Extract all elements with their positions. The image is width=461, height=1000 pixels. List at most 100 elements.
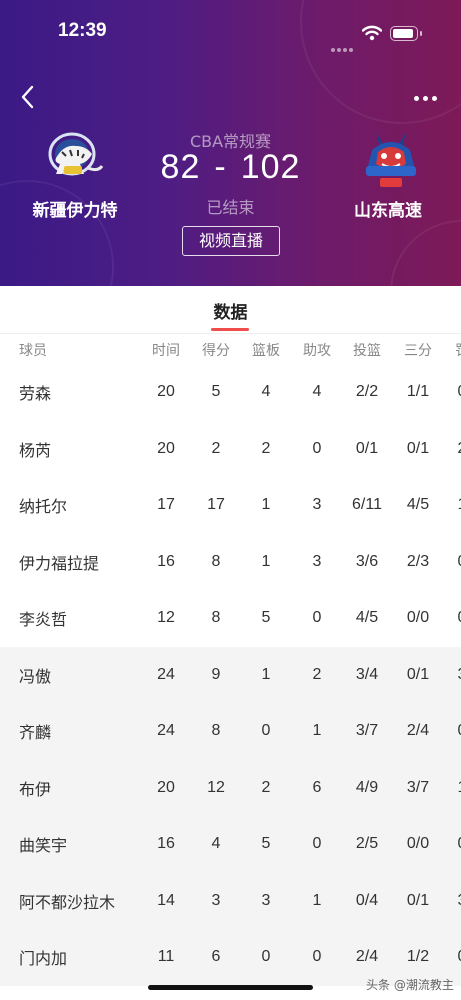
table-row[interactable]: 纳托尔 17 17 1 3 6/11 4/5 1 <box>0 477 461 534</box>
stat-three: 0/0 <box>406 835 430 852</box>
stat-time: 24 <box>157 665 175 683</box>
stat-three: 4/5 <box>406 496 430 513</box>
stat-time: 20 <box>157 383 175 400</box>
tab-data[interactable]: 数据 <box>0 298 461 323</box>
stat-ft: 0 <box>458 383 461 401</box>
player-name: 伊力福拉提 <box>19 553 100 573</box>
stat-fg: 4/9 <box>355 778 379 796</box>
stat-reb: 1 <box>261 552 271 570</box>
score-separator: - <box>214 148 227 186</box>
stat-reb: 5 <box>261 835 271 852</box>
stat-pts: 5 <box>211 383 221 400</box>
stat-ft: 0 <box>458 609 461 627</box>
stat-ast: 3 <box>312 496 322 513</box>
stat-three: 0/0 <box>406 609 430 626</box>
table-row[interactable]: 杨芮202200/10/12 <box>0 421 461 478</box>
more-dots-icon <box>414 96 419 101</box>
stat-three: 1/2 <box>406 948 430 965</box>
stat-ast: 1 <box>312 891 322 909</box>
stat-time: 17 <box>157 496 175 513</box>
stat-fg: 3/4 <box>355 665 379 683</box>
stat-pts: 3 <box>211 891 221 909</box>
stat-ast: 1 <box>312 722 322 739</box>
home-indicator[interactable] <box>148 985 313 990</box>
table-row[interactable]: 冯傲 24 9 1 2 3/4 0/1 3 <box>0 646 461 703</box>
stat-reb: 0 <box>261 948 271 965</box>
stat-ast: 0 <box>312 609 322 626</box>
stat-ft: 0 <box>458 553 461 571</box>
scoreboard: 82-102 <box>0 148 461 187</box>
stat-three: 2/3 <box>406 552 430 570</box>
chevron-left-icon <box>21 85 34 109</box>
table-row[interactable]: 齐麟 24 8 0 1 3/7 2/4 0 <box>0 703 461 760</box>
stat-time: 14 <box>157 891 175 909</box>
stat-time: 16 <box>157 552 175 570</box>
player-name: 门内加 <box>19 949 68 968</box>
stat-three: 2/4 <box>406 722 430 739</box>
stat-pts: 17 <box>207 496 225 513</box>
stat-ft: 0 <box>458 835 461 853</box>
stat-fg: 2/2 <box>355 383 379 400</box>
player-name: 冯傲 <box>19 666 52 686</box>
column-header: 时间 <box>152 343 180 359</box>
player-name: 曲笑宇 <box>19 836 68 855</box>
player-stats-table: 球员时间得分篮板助攻投篮三分罚 劳森205442/21/10杨芮202200/1… <box>0 334 461 986</box>
tab-bar: 数据 <box>0 286 461 334</box>
stat-pts: 2 <box>211 439 221 457</box>
decorative-circle <box>390 220 461 286</box>
stat-ft: 3 <box>458 892 461 910</box>
stat-pts: 6 <box>211 948 221 965</box>
stat-fg: 2/4 <box>355 948 379 965</box>
status-time: 12:39 <box>58 20 107 41</box>
stat-fg: 0/1 <box>355 439 379 457</box>
player-name: 杨芮 <box>19 440 52 460</box>
player-name: 李炎哲 <box>19 610 68 629</box>
stat-fg: 3/6 <box>355 552 379 570</box>
stat-time: 20 <box>157 778 175 796</box>
stat-ast: 4 <box>312 383 322 400</box>
stat-time: 16 <box>157 835 175 852</box>
player-name: 劳森 <box>19 384 52 403</box>
stat-three: 1/1 <box>406 383 430 400</box>
status-bar: 12:39 <box>0 0 461 70</box>
column-header: 助攻 <box>303 343 331 359</box>
stat-ast: 0 <box>312 439 322 457</box>
table-row[interactable]: 劳森 20 5 4 4 2/2 1/1 0 <box>0 364 461 421</box>
stat-fg: 4/5 <box>355 609 379 626</box>
stat-pts: 12 <box>207 778 225 796</box>
stat-reb: 5 <box>261 609 271 626</box>
stat-ft: 3 <box>458 666 461 684</box>
column-header: 球员 <box>19 343 47 359</box>
table-row[interactable]: 阿不都沙拉木 14 3 3 1 0/4 0/1 3 <box>0 872 461 929</box>
stat-ast: 6 <box>312 778 322 796</box>
table-body: 劳森205442/21/10杨芮202200/10/12纳托尔1717136/1… <box>0 364 461 986</box>
battery-icon <box>390 26 422 41</box>
stat-ft: 2 <box>458 440 461 458</box>
video-live-button[interactable]: 视频直播 <box>182 226 280 256</box>
table-row[interactable]: 布伊 20 12 2 6 4/9 3/7 1 <box>0 759 461 816</box>
game-status: 已结束 <box>206 198 255 217</box>
table-row[interactable]: 李炎哲 12 8 5 0 4/5 0/0 0 <box>0 590 461 647</box>
table-header: 球员 时间 得分 篮板 助攻 投篮 三分 罚 <box>0 334 461 364</box>
column-header: 得分 <box>202 343 230 359</box>
column-header: 罚 <box>455 340 461 360</box>
stat-fg: 2/5 <box>355 835 379 852</box>
stat-reb: 1 <box>261 665 271 683</box>
more-button[interactable] <box>412 86 446 108</box>
stat-reb: 1 <box>261 496 271 513</box>
stat-ft: 0 <box>458 948 461 966</box>
stat-fg: 3/7 <box>355 722 379 739</box>
table-row[interactable]: 伊力福拉提 16 8 1 3 3/6 2/3 0 <box>0 534 461 591</box>
stat-time: 20 <box>157 439 175 457</box>
stat-ast: 2 <box>312 665 322 683</box>
player-name: 布伊 <box>19 779 52 799</box>
stat-reb: 3 <box>261 891 271 909</box>
stat-ft: 1 <box>458 779 461 797</box>
stat-pts: 4 <box>211 835 221 852</box>
column-header: 篮板 <box>252 343 280 359</box>
back-button[interactable] <box>14 82 44 112</box>
table-row[interactable]: 曲笑宇 16 4 5 0 2/5 0/0 0 <box>0 816 461 873</box>
stat-reb: 4 <box>261 383 271 400</box>
column-header: 投篮 <box>353 343 381 359</box>
stat-three: 0/1 <box>406 891 430 909</box>
